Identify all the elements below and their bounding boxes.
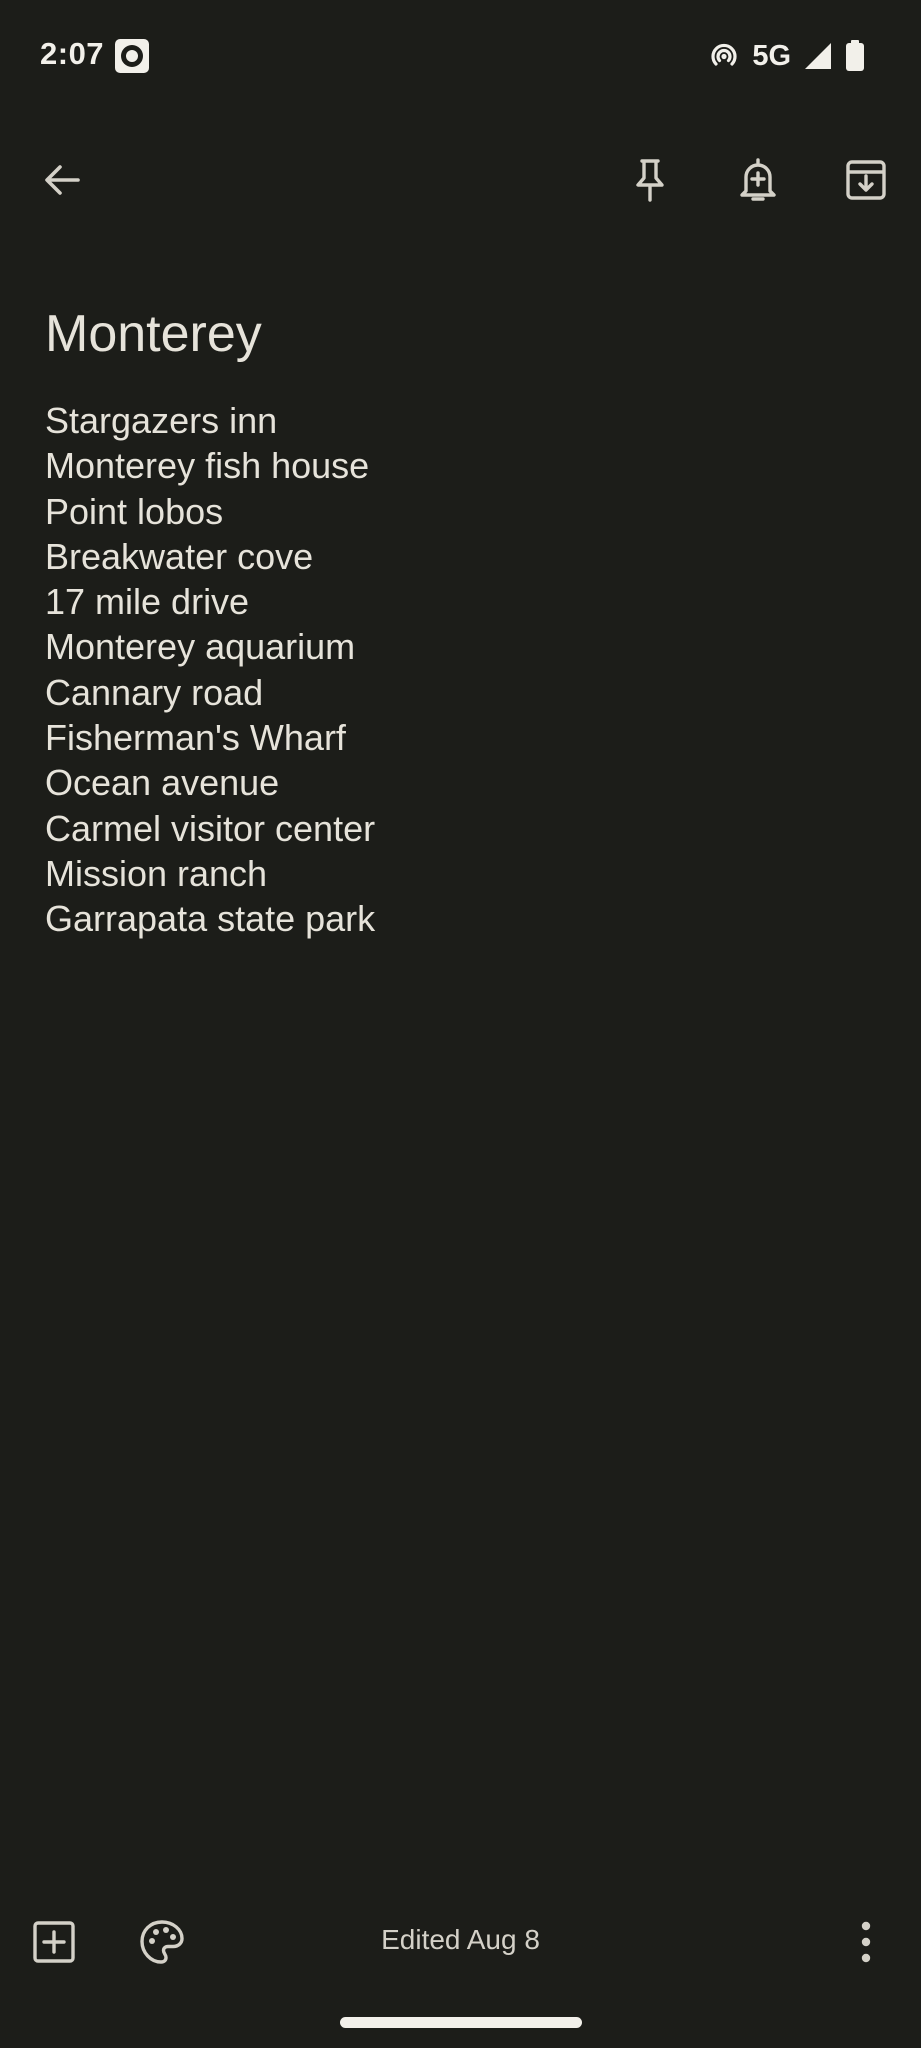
note-line: Carmel visitor center bbox=[45, 807, 376, 849]
note-line: Monterey aquarium bbox=[45, 626, 356, 668]
archive-icon bbox=[846, 160, 886, 200]
screen-record-icon bbox=[115, 39, 149, 73]
note-line: Cannary road bbox=[45, 671, 264, 713]
arrow-left-icon bbox=[45, 165, 80, 195]
note-editor-screen: 2:07 5G Monterey Stargazers inn Monterey… bbox=[0, 0, 921, 2048]
note-line: Monterey fish house bbox=[45, 445, 370, 487]
signal-icon bbox=[805, 43, 831, 69]
edited-timestamp: Edited Aug 8 bbox=[381, 1924, 540, 1955]
note-line: Fisherman's Wharf bbox=[45, 717, 346, 759]
pin-button[interactable] bbox=[614, 144, 686, 216]
reminder-button[interactable] bbox=[722, 144, 794, 216]
back-button[interactable] bbox=[26, 144, 98, 216]
status-time: 2:07 bbox=[40, 36, 105, 71]
hotspot-icon bbox=[711, 43, 737, 66]
archive-button[interactable] bbox=[830, 144, 902, 216]
battery-icon bbox=[846, 40, 864, 71]
note-line: Breakwater cove bbox=[45, 535, 314, 577]
note-line: 17 mile drive bbox=[45, 581, 250, 623]
note-body[interactable]: Stargazers inn Monterey fish house Point… bbox=[45, 398, 375, 942]
status-bar: 2:07 5G bbox=[0, 0, 921, 110]
note-line: Stargazers inn bbox=[45, 400, 278, 441]
network-type: 5G bbox=[752, 39, 791, 72]
note-line: Ocean avenue bbox=[45, 762, 280, 804]
note-line: Point lobos bbox=[45, 490, 224, 532]
pin-icon bbox=[636, 159, 664, 202]
note-title[interactable]: Monterey bbox=[45, 304, 262, 364]
note-line: Mission ranch bbox=[45, 852, 268, 894]
more-vert-icon bbox=[861, 1921, 871, 1963]
bell-plus-icon bbox=[740, 158, 776, 201]
status-indicators: 5G bbox=[708, 36, 865, 76]
note-line: Garrapata state park bbox=[45, 898, 376, 940]
home-indicator[interactable] bbox=[340, 2017, 582, 2028]
more-options-button[interactable] bbox=[830, 1906, 902, 1978]
